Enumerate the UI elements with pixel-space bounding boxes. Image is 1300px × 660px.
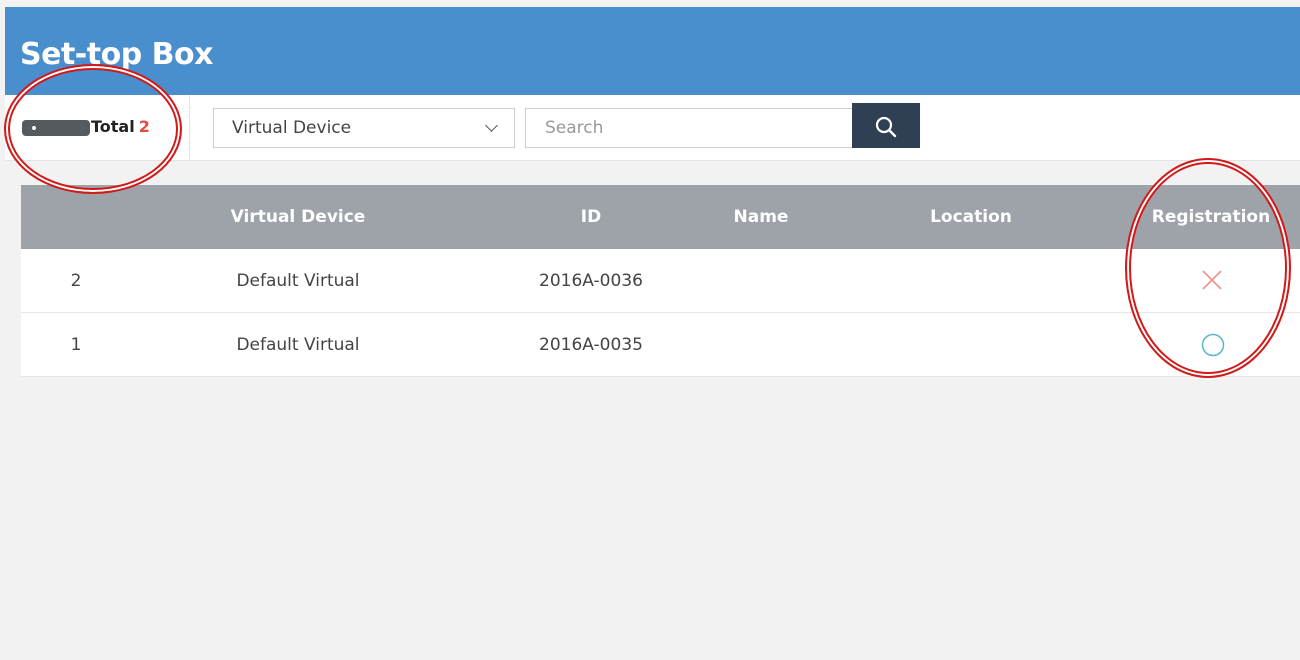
col-header-number[interactable]	[21, 185, 131, 249]
circle-icon	[1201, 333, 1225, 357]
total-label-group: Total 2	[91, 117, 150, 136]
col-header-location[interactable]: Location	[891, 185, 1051, 249]
cell-location	[891, 313, 1051, 377]
col-header-name[interactable]: Name	[681, 185, 841, 249]
cell-virtual-device: Default Virtual	[236, 335, 360, 355]
chevron-down-icon	[485, 119, 498, 132]
search-icon	[875, 116, 897, 138]
cell-name	[681, 249, 841, 313]
table-header: Virtual Device ID Name Location Registra…	[21, 185, 1300, 249]
col-header-id[interactable]: ID	[511, 185, 671, 249]
page-title: Set-top Box	[20, 37, 213, 72]
filter-select[interactable]: Virtual Device	[213, 108, 515, 148]
cell-location	[891, 249, 1051, 313]
cell-number: 2	[70, 271, 82, 291]
toolbar: Total 2 Virtual Device	[5, 95, 1300, 161]
col-header-virtual-device[interactable]: Virtual Device	[218, 185, 378, 249]
filter-select-value: Virtual Device	[232, 118, 352, 138]
cell-id: 2016A-0036	[539, 271, 643, 291]
page-header: Set-top Box	[5, 7, 1300, 95]
x-icon	[1202, 270, 1222, 290]
cell-id: 2016A-0035	[539, 335, 643, 355]
search-button[interactable]	[852, 103, 920, 148]
table-row[interactable]: 1 Default Virtual 2016A-0035	[21, 313, 1300, 377]
total-summary: Total 2	[5, 95, 190, 161]
table-row[interactable]: 2 Default Virtual 2016A-0036	[21, 249, 1300, 313]
total-count: 2	[138, 117, 150, 136]
col-header-registration[interactable]: Registration	[1131, 185, 1291, 249]
device-table: Virtual Device ID Name Location Registra…	[21, 185, 1300, 377]
cell-virtual-device: Default Virtual	[236, 271, 360, 291]
app: Set-top Box Total2 Virtual Device Virtua…	[0, 0, 1300, 660]
total-label: Total	[91, 117, 135, 136]
search-input[interactable]	[525, 108, 855, 148]
device-led	[32, 126, 36, 130]
set-top-box-icon	[22, 120, 90, 136]
cell-name	[681, 313, 841, 377]
cell-number: 1	[70, 335, 82, 355]
